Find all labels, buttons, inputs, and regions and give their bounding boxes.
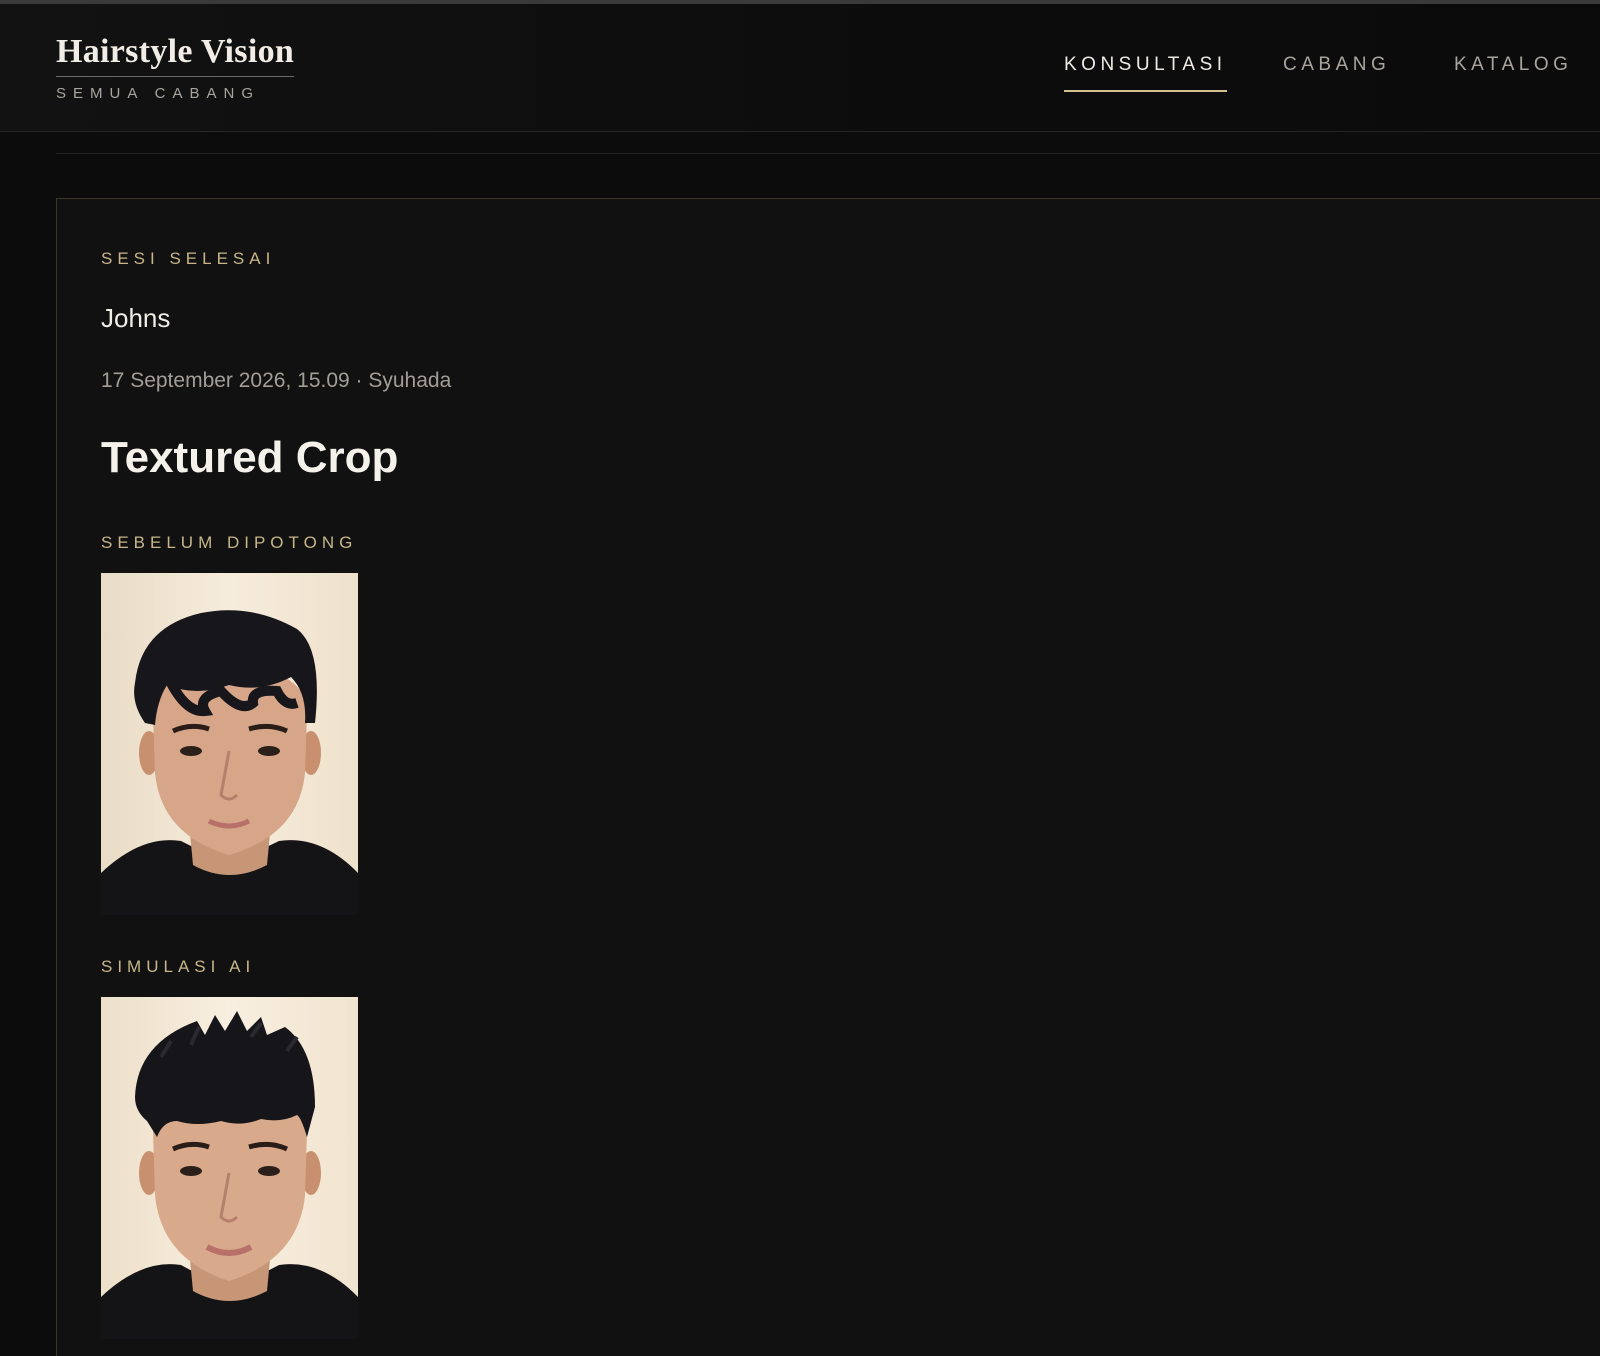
section-divider	[56, 153, 1600, 154]
before-photo-label: SEBELUM DIPOTONG	[101, 533, 358, 552]
before-photo[interactable]	[101, 573, 358, 915]
customer-name: Johns	[101, 303, 171, 333]
simulation-photo-label: SIMULASI AI	[101, 957, 256, 976]
session-card: SESI SELESAI Johns 17 September 2026, 15…	[56, 198, 1600, 1356]
main-nav: KONSULTASI CABANG KATALOG	[0, 54, 1600, 104]
site-header: Hairstyle Vision SEMUA CABANG KONSULTASI…	[0, 4, 1600, 132]
session-status-label: SESI SELESAI	[101, 249, 276, 268]
before-portrait-image	[101, 573, 358, 915]
nav-item-katalog[interactable]: KATALOG	[1454, 54, 1572, 90]
nav-item-konsultasi[interactable]: KONSULTASI	[1064, 54, 1227, 92]
simulation-photo[interactable]	[101, 997, 358, 1339]
hairstyle-title: Textured Crop	[101, 433, 399, 482]
page: Hairstyle Vision SEMUA CABANG KONSULTASI…	[0, 0, 1600, 1356]
simulated-portrait-image	[101, 997, 358, 1339]
session-meta: 17 September 2026, 15.09 · Syuhada	[101, 369, 452, 392]
nav-item-cabang[interactable]: CABANG	[1283, 54, 1390, 90]
